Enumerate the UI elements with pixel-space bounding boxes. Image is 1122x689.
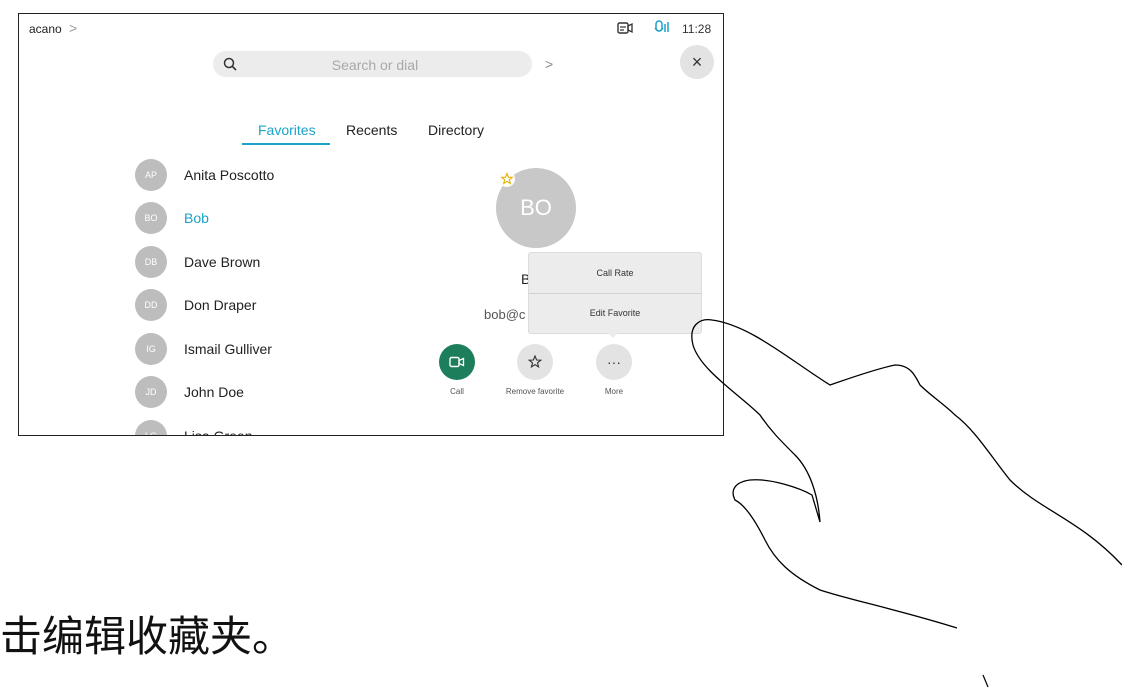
hand-pointer-icon xyxy=(691,319,1122,688)
